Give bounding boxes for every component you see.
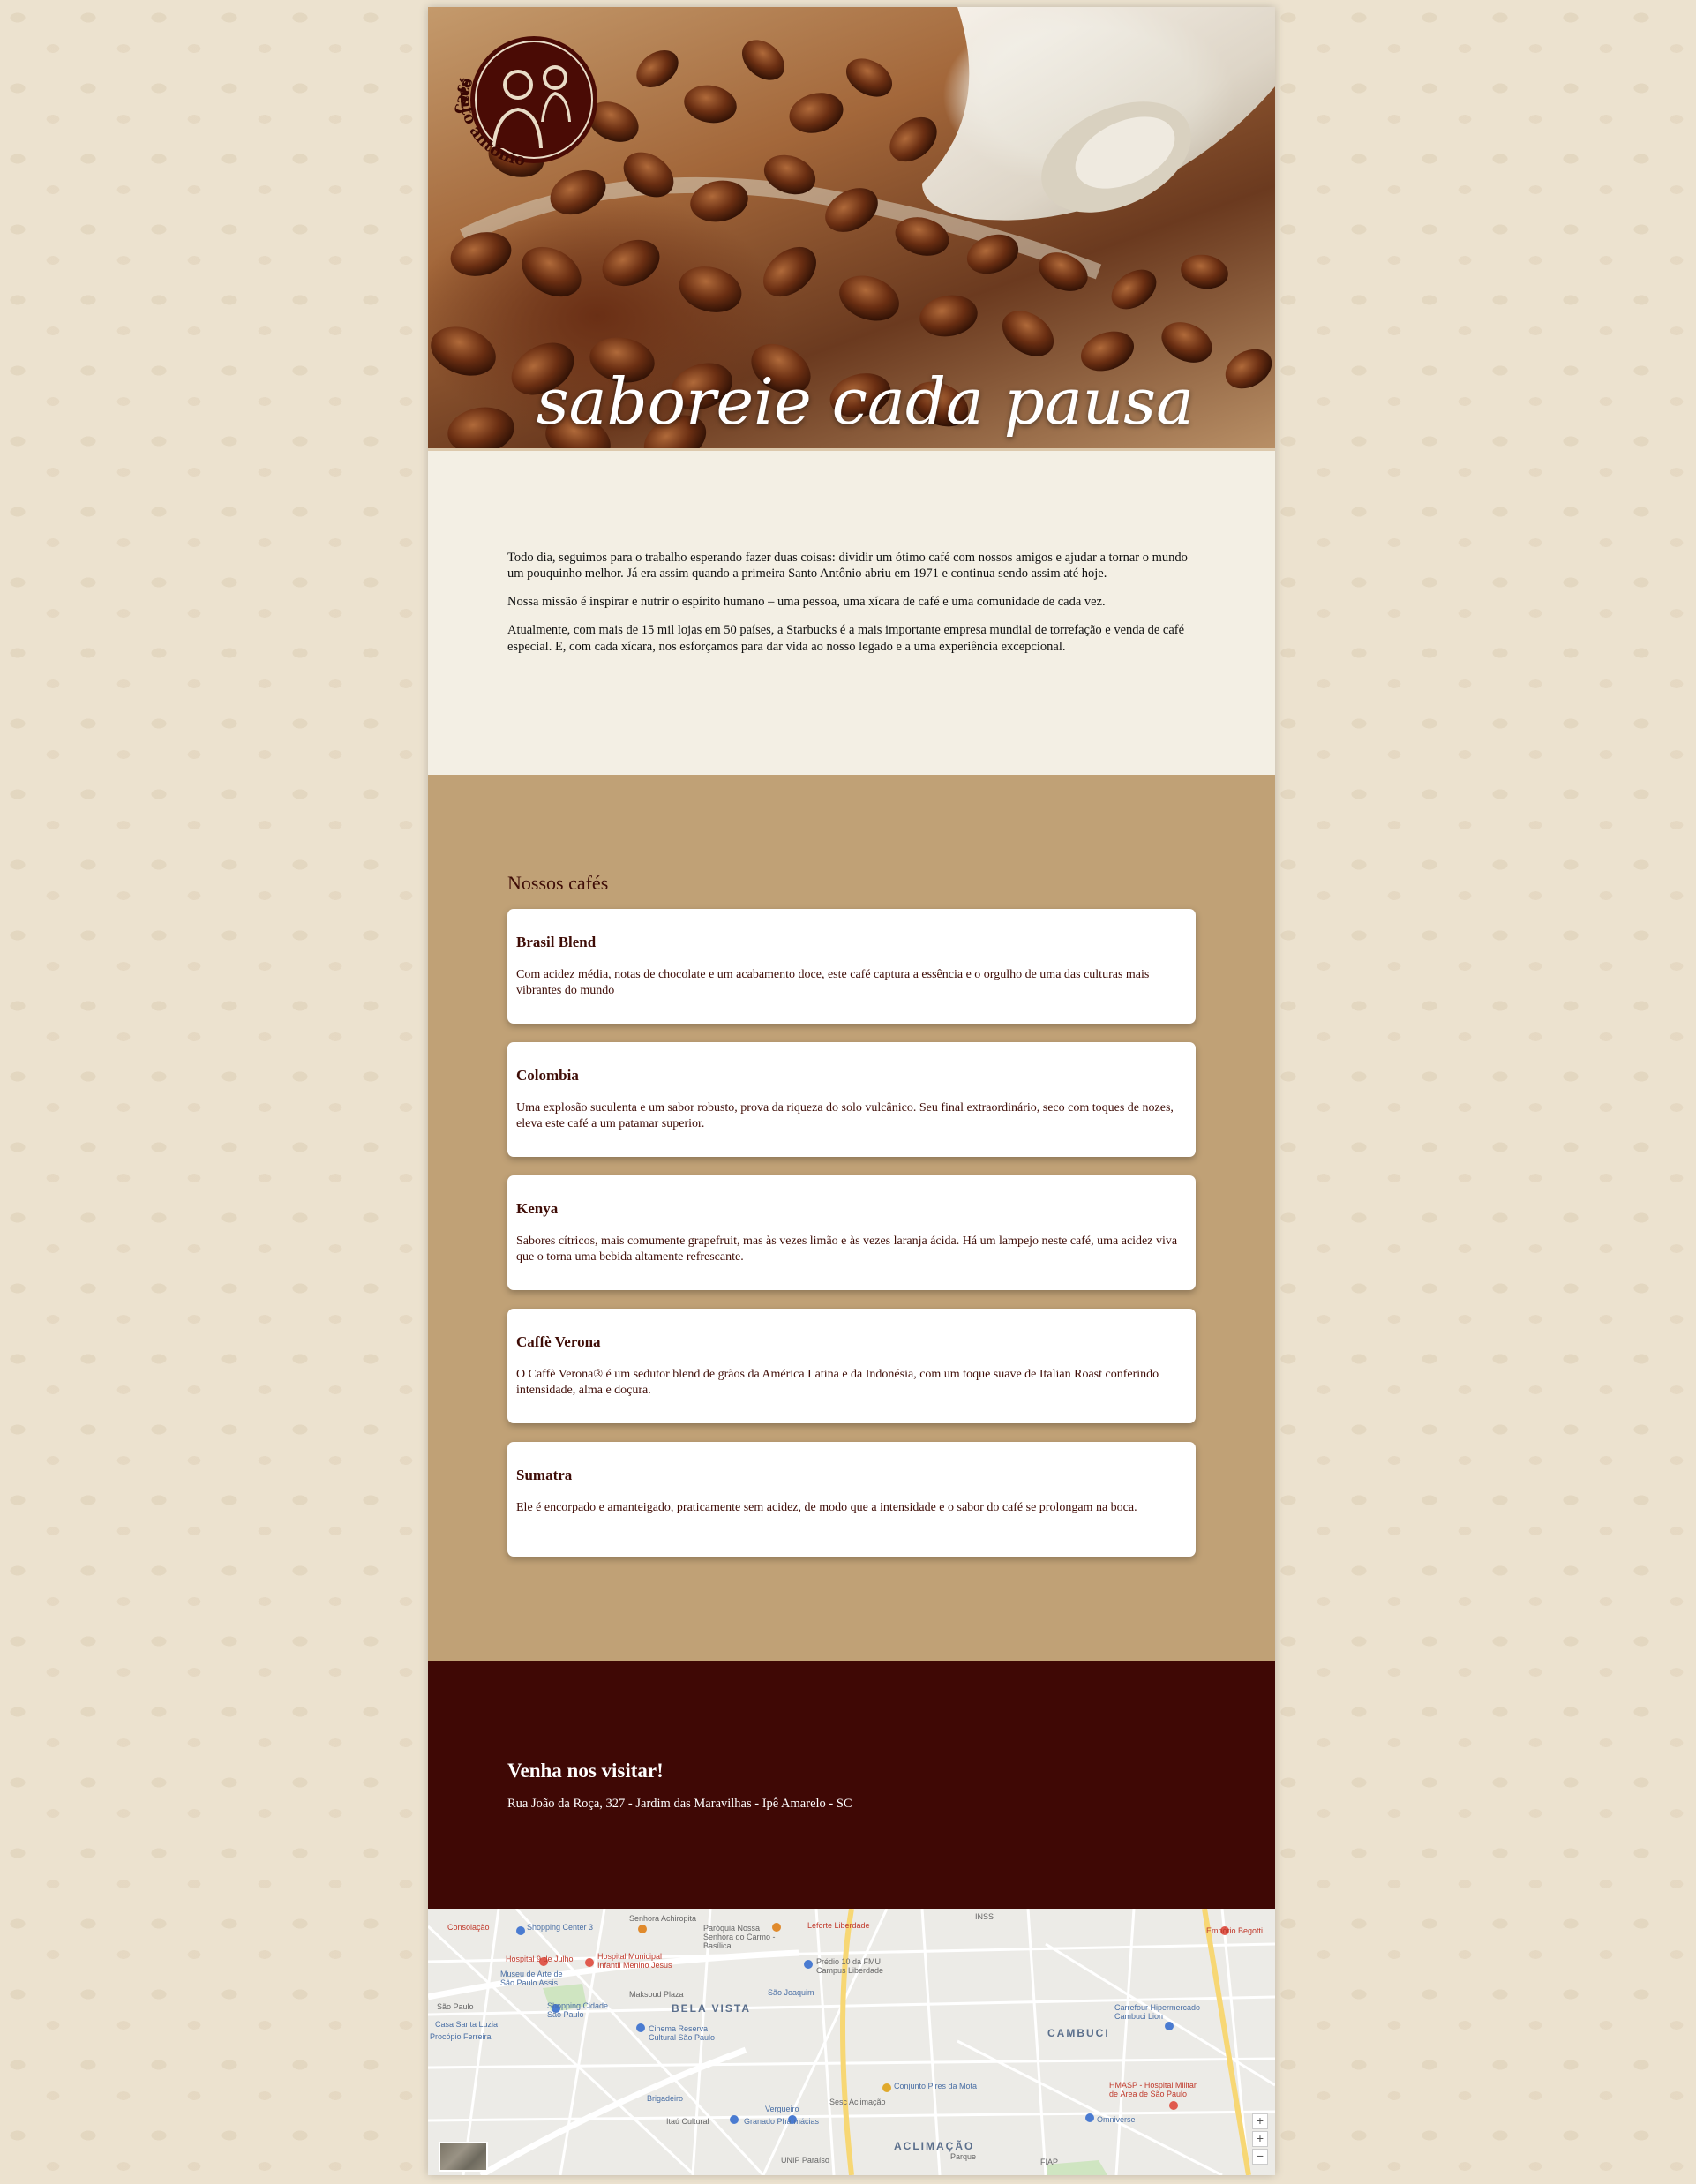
zoom-in-button[interactable]: + [1252, 2113, 1268, 2129]
hero-banner: santo antônio café saboreie cada pausa [428, 7, 1275, 448]
map-district-label: ACLIMAÇÃO [894, 2140, 975, 2152]
visit-section: Venha nos visitar! Rua João da Roça, 327… [428, 1661, 1275, 1909]
map-label: Brigadeiro [647, 2094, 684, 2103]
map-pin[interactable] [636, 2023, 645, 2032]
map-label: Vergueiro [765, 2105, 799, 2113]
map-label: Sesc Aclimação [829, 2098, 886, 2106]
map-label: Shopping Center 3 [527, 1923, 594, 1932]
map-pin[interactable] [1165, 2022, 1174, 2030]
about-section: Todo dia, seguimos para o trabalho esper… [428, 448, 1275, 775]
coffee-card: Brasil Blend Com acidez média, notas de … [507, 909, 1196, 1024]
map-label: Cinema Reserva Cultural São Paulo [649, 2024, 716, 2042]
coffee-description: Sabores cítricos, mais comumente grapefr… [516, 1235, 1178, 1264]
about-paragraph: Todo dia, seguimos para o trabalho esper… [507, 551, 1188, 582]
map-label: Granado Pharmácias [744, 2117, 820, 2126]
map-label: Procópio Ferreira [430, 2032, 492, 2041]
map-label: UNIP Paraíso [781, 2156, 829, 2165]
map-label: Shopping Cidade São Paulo [547, 2001, 609, 2019]
about-paragraph: Atualmente, com mais de 15 mil lojas em … [507, 623, 1185, 654]
coffee-name: Kenya [516, 1200, 559, 1217]
map-label: INSS [975, 1912, 994, 1921]
map-label: Consolação [447, 1923, 490, 1932]
coffee-name: Sumatra [516, 1467, 573, 1483]
map-label: Omniverse [1097, 2115, 1136, 2124]
map-label: Itaú Cultural [666, 2117, 709, 2126]
coffees-section: Nossos cafés Brasil Blend Com acidez méd… [428, 775, 1275, 1661]
map-label: Casa Santa Luzia [435, 2020, 499, 2029]
map-label: Empório Begotti [1206, 1926, 1264, 1935]
hero-slogan: saboreie cada pausa [536, 364, 1194, 439]
map-pin[interactable] [882, 2083, 891, 2092]
map-label: Parque [950, 2152, 977, 2161]
map-embed[interactable]: Consolação Shopping Center 3 Senhora Ach… [428, 1909, 1275, 2175]
map-satellite-toggle[interactable] [439, 2142, 488, 2172]
map-label: Carrefour Hipermercado Cambuci Lion [1114, 2003, 1201, 2021]
coffees-heading: Nossos cafés [507, 872, 609, 894]
coffee-card: Caffè Verona O Caffè Verona® é um seduto… [507, 1309, 1196, 1423]
map-pin[interactable] [516, 1926, 525, 1935]
coffee-card: Colombia Uma explosão suculenta e um sab… [507, 1042, 1196, 1157]
cafe-santo-antonio-logo: santo antônio café [448, 36, 597, 169]
map-label: São Joaquim [768, 1988, 814, 1997]
map-label: Senhora Achiropita [629, 1914, 697, 1923]
coffee-name: Caffè Verona [516, 1333, 601, 1350]
visit-heading: Venha nos visitar! [507, 1760, 664, 1782]
map-label: Leforte Liberdade [807, 1921, 870, 1930]
map-pin[interactable] [585, 1958, 594, 1967]
coffee-description: O Caffè Verona® é um sedutor blend de gr… [516, 1368, 1159, 1397]
map-district-label: BELA VISTA [672, 2002, 752, 2015]
coffee-description: Com acidez média, notas de chocolate e u… [516, 968, 1150, 997]
map-label: Conjunto Pires da Mota [894, 2082, 978, 2090]
map-label: FIAP [1040, 2158, 1059, 2166]
page-container: santo antônio café saboreie cada pausa T… [428, 7, 1275, 2175]
map-district-label: CAMBUCI [1047, 2027, 1110, 2039]
coffee-card: Sumatra Ele é encorpado e amanteigado, p… [507, 1442, 1196, 1557]
map-label: Museu de Arte de São Paulo Assis... [500, 1970, 565, 1987]
map-label: Hospital Municipal Infantil Menino Jesus [597, 1952, 672, 1970]
map-pin[interactable] [804, 1960, 813, 1969]
map-label: Prédio 10 da FMU Campus Liberdade [816, 1957, 884, 1975]
map-pin[interactable] [730, 2115, 739, 2124]
map-pin[interactable] [638, 1925, 647, 1933]
visit-address: Rua João da Roça, 327 - Jardim das Marav… [507, 1797, 852, 1811]
zoom-out-button[interactable]: − [1252, 2149, 1268, 2165]
map-pin[interactable] [1085, 2113, 1094, 2122]
about-paragraph: Nossa missão é inspirar e nutrir o espír… [507, 595, 1106, 610]
map-pin[interactable] [1169, 2101, 1178, 2110]
map-label: HMASP - Hospital Militar de Área de São … [1109, 2081, 1197, 2098]
coffee-description: Uma explosão suculenta e um sabor robust… [516, 1101, 1174, 1130]
zoom-in-button[interactable]: + [1252, 2131, 1268, 2147]
coffee-card: Kenya Sabores cítricos, mais comumente g… [507, 1175, 1196, 1290]
map-label: Paróquia Nossa Senhora do Carmo - Basíli… [703, 1924, 776, 1950]
map-label: Maksoud Plaza [629, 1990, 684, 1999]
coffee-description: Ele é encorpado e amanteigado, praticame… [516, 1501, 1137, 1514]
map-roads [428, 1909, 1275, 2175]
map-label: São Paulo [437, 2002, 474, 2011]
coffee-name: Brasil Blend [516, 934, 597, 950]
map-label: Hospital 9 de Julho [506, 1955, 574, 1963]
coffee-name: Colombia [516, 1067, 579, 1084]
